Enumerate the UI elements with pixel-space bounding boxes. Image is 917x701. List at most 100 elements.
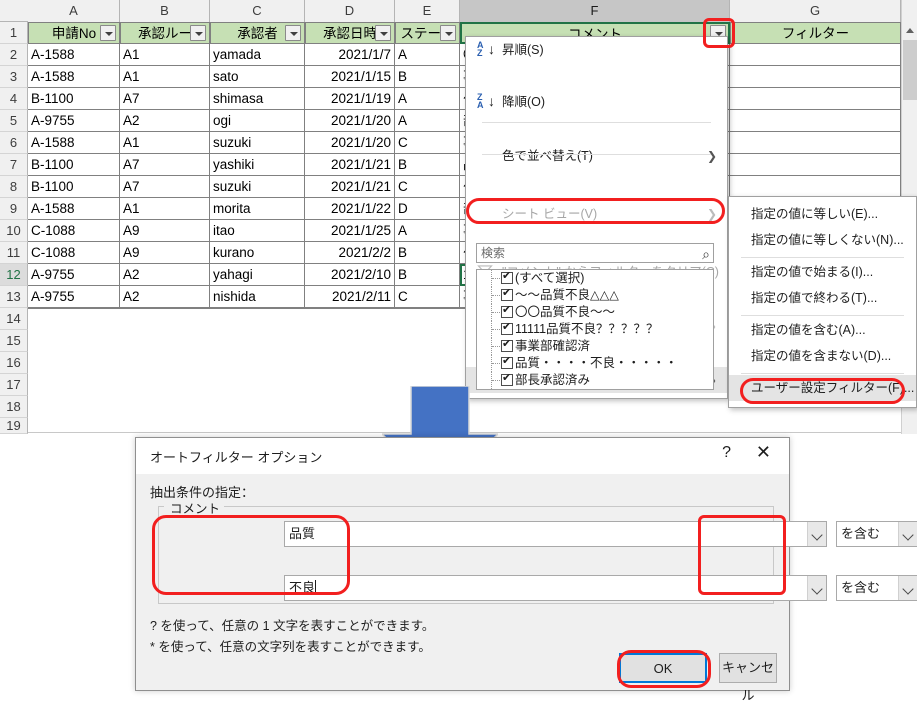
grid-cell[interactable]: sato	[210, 66, 305, 88]
submenu-item-equals[interactable]: 指定の値に等しい(E)...	[729, 201, 916, 227]
grid-cell[interactable]: 2021/1/20	[305, 110, 395, 132]
grid-cell[interactable]: A2	[120, 264, 210, 286]
grid-cell[interactable]: B-1100	[28, 88, 120, 110]
grid-cell[interactable]: C	[395, 132, 460, 154]
grid-cell[interactable]: A7	[120, 154, 210, 176]
criteria-1-value-input[interactable]: 品質	[284, 521, 827, 547]
criteria-2-value-input[interactable]: 不良	[284, 575, 827, 601]
row-header-12[interactable]: 12	[0, 264, 28, 286]
scrollbar-thumb[interactable]	[903, 40, 917, 100]
grid-cell[interactable]: A2	[120, 286, 210, 308]
grid-cell[interactable]: yahagi	[210, 264, 305, 286]
grid-cell[interactable]: 2021/2/11	[305, 286, 395, 308]
grid-cell[interactable]: A1	[120, 198, 210, 220]
grid-cell[interactable]: 2021/1/15	[305, 66, 395, 88]
row-header-14[interactable]: 14	[0, 308, 28, 330]
row-header-3[interactable]: 3	[0, 66, 28, 88]
grid-cell[interactable]: 2021/1/20	[305, 132, 395, 154]
filter-value-item[interactable]: 事業部確認済	[477, 337, 713, 355]
grid-cell[interactable]: A	[395, 44, 460, 66]
ok-button[interactable]: OK	[619, 653, 707, 683]
row-header-19[interactable]: 19	[0, 418, 28, 434]
menu-item-sort-ascending[interactable]: A Z ↓ 昇順(S)	[466, 37, 727, 63]
menu-item-sheet-view[interactable]: シート ビュー(V) ❯	[466, 201, 727, 227]
grid-cell[interactable]: itao	[210, 220, 305, 242]
chevron-down-icon[interactable]	[898, 576, 917, 600]
grid-cell[interactable]: 2021/1/25	[305, 220, 395, 242]
row-header-11[interactable]: 11	[0, 242, 28, 264]
grid-cell[interactable]: nishida	[210, 286, 305, 308]
checkbox-icon[interactable]	[501, 303, 513, 318]
grid-cell[interactable]: A2	[120, 110, 210, 132]
grid-cell[interactable]	[730, 154, 901, 176]
grid-cell[interactable]: A	[395, 88, 460, 110]
row-header-4[interactable]: 4	[0, 88, 28, 110]
grid-cell[interactable]	[730, 110, 901, 132]
grid-cell[interactable]: 2021/2/2	[305, 242, 395, 264]
help-icon[interactable]: ?	[722, 444, 731, 462]
scroll-up-icon[interactable]	[902, 22, 917, 38]
grid-cell[interactable]: 2021/1/22	[305, 198, 395, 220]
chevron-down-icon[interactable]	[807, 576, 826, 600]
submenu-item-ends-with[interactable]: 指定の値で終わる(T)...	[729, 285, 916, 311]
grid-cell[interactable]: A9	[120, 220, 210, 242]
grid-cell[interactable]: B	[395, 264, 460, 286]
row-header-1[interactable]: 1	[0, 22, 28, 44]
grid-cell[interactable]: A1	[120, 132, 210, 154]
row-header-7[interactable]: 7	[0, 154, 28, 176]
autofilter-button-E[interactable]	[440, 25, 456, 41]
grid-cell[interactable]: B-1100	[28, 154, 120, 176]
row-header-13[interactable]: 13	[0, 286, 28, 308]
chevron-down-icon[interactable]	[898, 522, 917, 546]
menu-item-sort-descending[interactable]: Z A ↓ 降順(O)	[466, 89, 727, 115]
filter-value-item[interactable]: 〜〜品質不良△△△	[477, 286, 713, 304]
grid-cell[interactable]: yashiki	[210, 154, 305, 176]
criteria-2-operator-select[interactable]: を含む	[836, 575, 917, 601]
row-header-6[interactable]: 6	[0, 132, 28, 154]
column-header-G[interactable]: G	[730, 0, 901, 22]
grid-cell[interactable]: morita	[210, 198, 305, 220]
menu-item-sort-by-color[interactable]: 色で並べ替え(T) ❯	[466, 143, 727, 169]
grid-cell[interactable]: B	[395, 66, 460, 88]
cancel-button[interactable]: キャンセル	[719, 653, 777, 701]
grid-cell[interactable]: A1	[120, 44, 210, 66]
grid-cell[interactable]: A-1588	[28, 132, 120, 154]
grid-cell[interactable]	[730, 88, 901, 110]
row-header-9[interactable]: 9	[0, 198, 28, 220]
grid-cell[interactable]: C	[395, 286, 460, 308]
grid-cell[interactable]: A	[395, 220, 460, 242]
grid-cell[interactable]: 2021/1/7	[305, 44, 395, 66]
row-header-2[interactable]: 2	[0, 44, 28, 66]
grid-cell[interactable]: A-9755	[28, 286, 120, 308]
grid-cell[interactable]: A-9755	[28, 264, 120, 286]
checkbox-icon[interactable]	[501, 320, 513, 335]
grid-cell[interactable]: A1	[120, 66, 210, 88]
grid-cell[interactable]: A	[395, 110, 460, 132]
grid-cell[interactable]: A7	[120, 88, 210, 110]
chevron-down-icon[interactable]	[807, 522, 826, 546]
row-header-15[interactable]: 15	[0, 330, 28, 352]
grid-cell[interactable]	[730, 66, 901, 88]
grid-cell[interactable]: 2021/1/21	[305, 154, 395, 176]
submenu-item-not-contains[interactable]: 指定の値を含まない(D)...	[729, 343, 916, 369]
column-header-B[interactable]: B	[120, 0, 210, 22]
checkbox-icon[interactable]	[501, 337, 513, 352]
grid-cell[interactable]: C-1088	[28, 220, 120, 242]
filter-search-input[interactable]: 検索 ⌕	[476, 243, 714, 263]
grid-cell[interactable]: 2021/2/10	[305, 264, 395, 286]
autofilter-button-D[interactable]	[375, 25, 391, 41]
submenu-item-custom-filter[interactable]: ユーザー設定フィルター(F)...	[729, 375, 916, 401]
submenu-item-begins-with[interactable]: 指定の値で始まる(I)...	[729, 259, 916, 285]
grid-cell[interactable]: B-1100	[28, 176, 120, 198]
filter-value-item[interactable]: 部長承認済み	[477, 371, 713, 389]
row-header-18[interactable]: 18	[0, 396, 28, 418]
column-header-C[interactable]: C	[210, 0, 305, 22]
grid-cell[interactable]: D	[395, 198, 460, 220]
row-header-8[interactable]: 8	[0, 176, 28, 198]
criteria-1-operator-select[interactable]: を含む	[836, 521, 917, 547]
grid-cell[interactable]: suzuki	[210, 176, 305, 198]
filter-value-item[interactable]: 11111品質不良？？？？？	[477, 320, 713, 338]
checkbox-icon[interactable]	[501, 354, 513, 369]
grid-cell[interactable]: 2021/1/21	[305, 176, 395, 198]
filter-value-item[interactable]: 〇〇品質不良〜〜	[477, 303, 713, 321]
